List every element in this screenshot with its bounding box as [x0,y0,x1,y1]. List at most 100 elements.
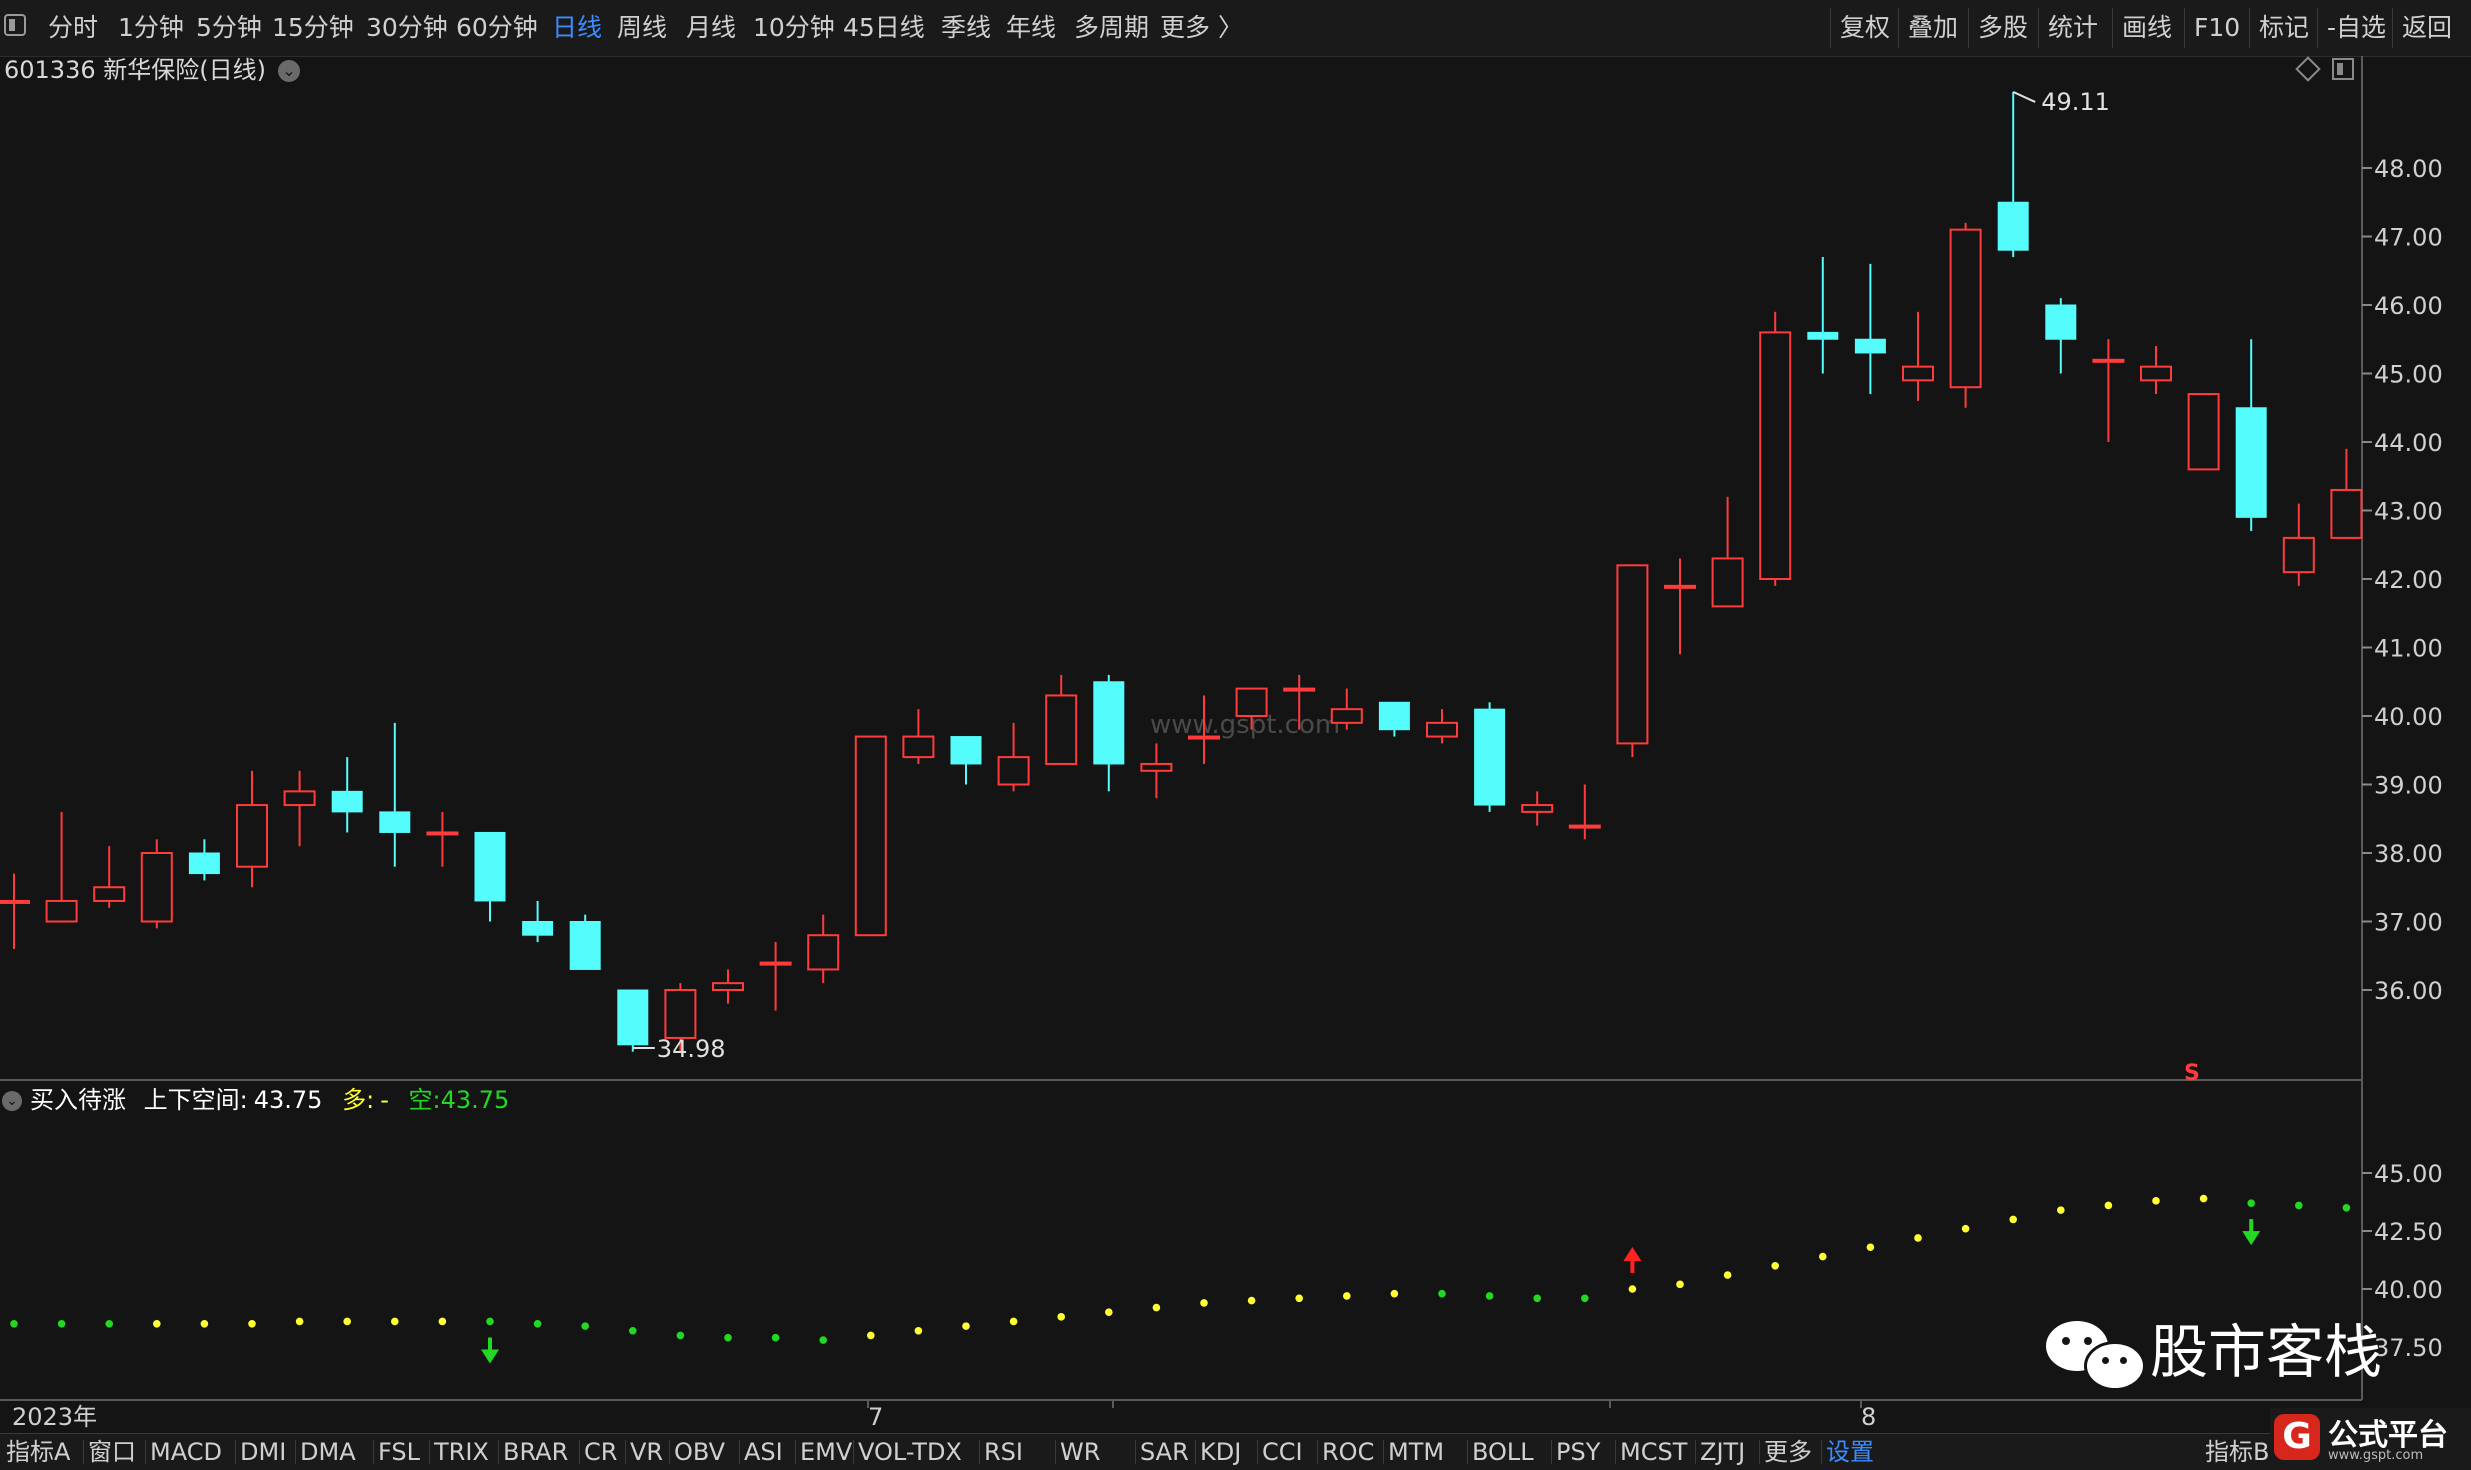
down-arrow-icon [481,1337,499,1364]
wechat-brand: 股市客栈 [2046,1308,2382,1391]
indicator-tab-18[interactable]: CCI [1262,1434,1303,1470]
logo-url: www.gspt.com [2328,1448,2424,1463]
indicator-dot [2342,1204,2351,1212]
indicator-tab-11[interactable]: ASI [744,1434,783,1470]
indicator-dot [2057,1206,2065,1214]
candle [854,735,887,937]
candle [0,873,30,949]
indicator-dot [438,1317,447,1326]
indicator-tab-26[interactable]: 设置 [1826,1434,1874,1470]
indicator-value-space: 43.75 [253,1086,323,1114]
tab-indicator-b[interactable]: 指标B [2205,1434,2269,1470]
indicator-tab-7[interactable]: BRAR [503,1434,568,1470]
candle [1997,91,2029,258]
tab-separator [1195,1440,1196,1464]
indicator-dot [343,1317,352,1326]
indicator-tab-22[interactable]: PSY [1556,1434,1600,1470]
candle [474,831,506,922]
y-tick-label: 44.00 [2374,429,2443,457]
indicator-dot [819,1336,827,1344]
indicator-tab-14[interactable]: RSI [984,1434,1023,1470]
indicator-tab-13[interactable]: VOL-TDX [858,1434,962,1470]
high-marker-label: 49.11 [2041,88,2110,116]
y-tick-label: 42.00 [2374,566,2443,594]
candle [997,722,1030,792]
indicator-tab-21[interactable]: BOLL [1472,1434,1534,1470]
candle [1568,784,1601,840]
indicator-tab-17[interactable]: KDJ [1200,1434,1241,1470]
candle [902,709,935,764]
indicator-dot [2152,1197,2160,1205]
indicator-dot [533,1320,542,1328]
y-tick-label: 38.00 [2374,840,2443,868]
indicator-tab-2[interactable]: MACD [150,1434,222,1470]
candle [1902,311,1934,401]
indicator-tab-8[interactable]: CR [584,1434,617,1470]
indicator-header: ⌄ 买入待涨 上下空间: 43.75 多: - 空:43.75 [2,1084,509,1116]
indicator-dot [1914,1234,1922,1242]
indicator-tab-4[interactable]: DMA [300,1434,356,1470]
indicator-dot [153,1320,161,1328]
indicator-tab-10[interactable]: OBV [674,1434,725,1470]
candle [950,736,982,785]
candle [2282,503,2315,586]
candle [1521,791,1554,826]
tab-separator [235,1440,236,1464]
indicator-dot [1390,1289,1399,1298]
candle [1711,496,1744,608]
indicator-tab-1[interactable]: 窗口 [88,1434,136,1470]
y-tick-label: 43.00 [2374,498,2443,526]
indicator-dot [1866,1243,1875,1252]
indicator-tab-6[interactable]: TRIX [434,1434,489,1470]
time-axis-label: 8 [1861,1403,1876,1431]
indicator-tab-19[interactable]: ROC [1322,1434,1374,1470]
y-tick-label: 45.00 [2374,361,2443,389]
indicator-dot [1771,1262,1779,1270]
indicator-dot [1819,1252,1827,1261]
tab-separator [625,1440,626,1464]
indicator-tab-0[interactable]: 指标A [6,1434,70,1470]
indicator-dot [1105,1308,1113,1316]
indicator-tab-25[interactable]: 更多 [1764,1434,1812,1470]
indicator-tabs-bar: 指标A 窗口 MACD DMI DMA FSL TRIX BRAR CR VR OBV ASI EMV V… [0,1433,2471,1470]
candle [45,811,78,923]
indicator-dot [1485,1292,1494,1300]
tab-separator [295,1440,296,1464]
candle [188,839,220,881]
indicator-dot [1676,1280,1684,1289]
tab-separator [1383,1440,1384,1464]
indicator-tab-3[interactable]: DMI [240,1434,286,1470]
gspt-logo: G 公式平台 www.gspt.com [2270,1408,2471,1469]
indicator-tab-23[interactable]: MCST [1620,1434,1687,1470]
candle [712,969,744,1004]
indicator-dot [295,1317,304,1326]
indicator-dot [391,1317,399,1326]
indicator-tab-5[interactable]: FSL [378,1434,420,1470]
tab-separator [739,1440,740,1464]
tab-separator [1551,1440,1552,1464]
candle [1807,257,1839,374]
indicator-tab-16[interactable]: SAR [1140,1434,1189,1470]
indicator-tab-24[interactable]: ZJTJ [1700,1434,1745,1470]
tab-separator [498,1440,499,1464]
low-marker-label: 34.98 [657,1035,726,1063]
indicator-dot [2104,1201,2113,1210]
indicator-dot [1723,1271,1732,1279]
indicator-label-long: 多: [342,1086,375,1114]
candle [1949,222,1982,408]
indicator-chevron-icon[interactable]: ⌄ [2,1091,22,1111]
candle [1140,743,1173,799]
tab-separator [579,1440,580,1464]
indicator-label-short: 空: [408,1086,441,1114]
indicator-tab-20[interactable]: MTM [1388,1434,1444,1470]
indicator-tab-9[interactable]: VR [630,1434,663,1470]
indicator-dot [1009,1317,1018,1326]
candle [283,770,316,847]
candlestick-chart[interactable]: www.gspt.com 48.00 47.00 46.00 45.00 44.00 43… [0,0,2471,1469]
candle [1759,311,1792,586]
indicator-dot [2009,1215,2017,1224]
indicator-tab-12[interactable]: EMV [800,1434,852,1470]
candle [1045,674,1078,765]
tab-separator [1257,1440,1258,1464]
indicator-tab-15[interactable]: WR [1060,1434,1100,1470]
